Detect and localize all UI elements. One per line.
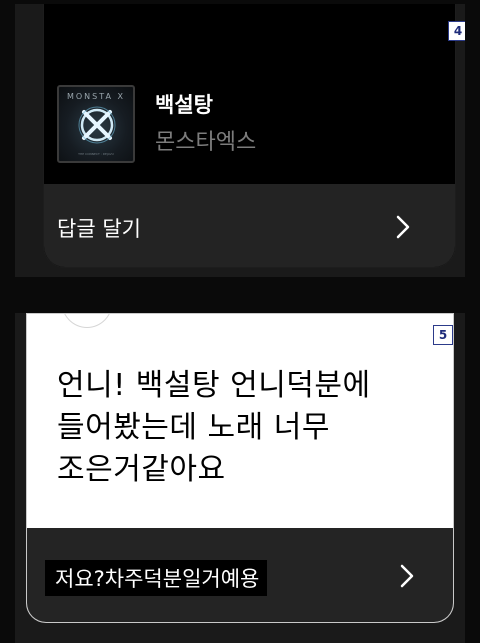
panel-number-badge: 5 (433, 325, 453, 345)
chevron-right-icon[interactable] (396, 215, 410, 239)
message-text: 언니! 백설탕 언니덕분에 들어봤는데 노래 너무 조은거같아요 (57, 365, 417, 491)
reply-button-label[interactable]: 답글 달기 (57, 213, 141, 243)
message-line: 들어봤는데 노래 너무 (57, 410, 330, 445)
x-logo-icon (78, 106, 116, 144)
panel-number-badge: 4 (448, 21, 465, 41)
panel-2: 5 언니! 백설탕 언니덕분에 들어봤는데 노래 너무 조은거같아요 저요?차주… (15, 313, 465, 643)
message-line: 조은거같아요 (57, 452, 226, 487)
message-line: 언니! 백설탕 언니덕분에 (57, 368, 371, 403)
avatar (61, 314, 113, 328)
song-artist: 몬스타엑스 (155, 130, 257, 155)
panel-1: MONSTA X THE CONNECT : DEJAVU 백설탕 몬스타엑스 … (15, 4, 465, 277)
album-brand-text: MONSTA X (66, 92, 126, 101)
answer-caption: 저요?차주덕분일거예용 (45, 560, 268, 596)
album-cover: MONSTA X THE CONNECT : DEJAVU (57, 85, 135, 163)
song-title: 백설탕 (155, 93, 213, 117)
album-fine-print: THE CONNECT : DEJAVU (78, 152, 114, 156)
chevron-right-icon[interactable] (400, 564, 414, 588)
